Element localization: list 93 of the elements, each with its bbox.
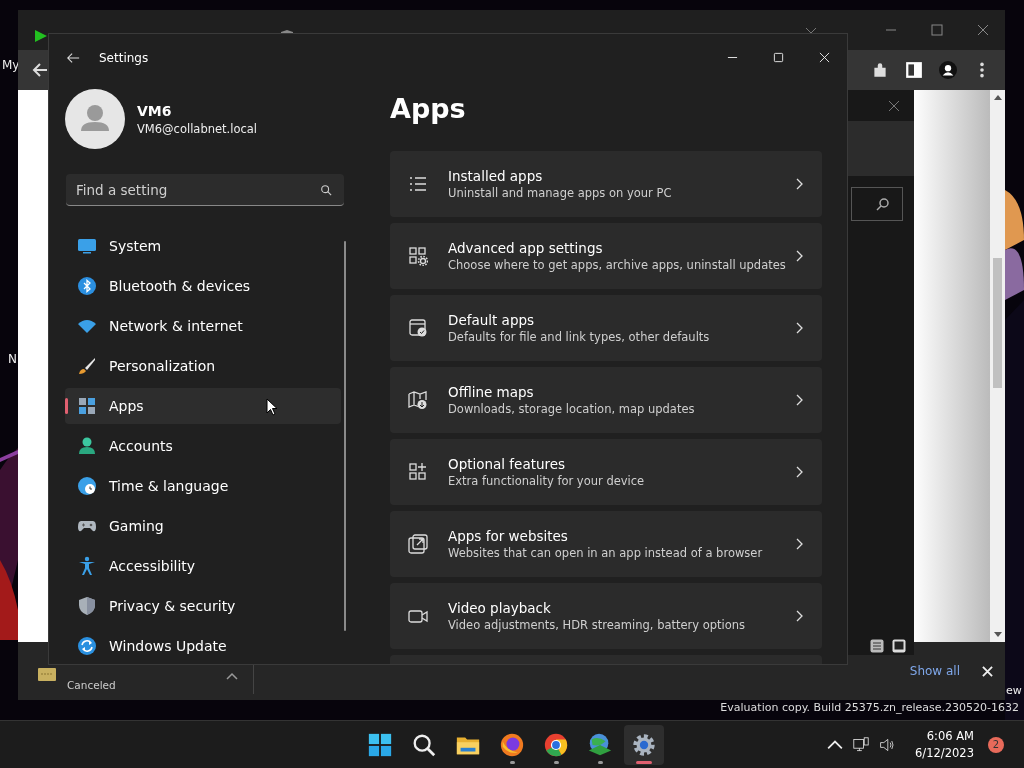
- nav-item[interactable]: Accessibility: [65, 548, 341, 584]
- chevron-right-icon: [794, 250, 804, 262]
- desktop-icon-label: ew: [1006, 684, 1022, 697]
- nav-item[interactable]: Privacy & security: [65, 588, 341, 624]
- scroll-up-icon[interactable]: [993, 94, 1002, 100]
- settings-card[interactable]: Video playback Video adjustments, HDR streaming, battery options: [390, 583, 822, 649]
- window-title: Settings: [99, 50, 149, 65]
- card-description: Video adjustments, HDR streaming, battery options: [448, 618, 747, 632]
- zip-file-icon: [38, 667, 56, 681]
- caret-up-icon[interactable]: [225, 672, 238, 680]
- chevron-right-icon: [794, 322, 804, 334]
- taskbar-button[interactable]: [624, 724, 664, 765]
- settings-card[interactable]: Offline maps Downloads, storage location, map updates: [390, 367, 822, 433]
- avatar-icon: [65, 89, 125, 149]
- download-status: Canceled: [67, 679, 116, 691]
- desktop-icon-label: N: [8, 352, 17, 366]
- apps-icon: [77, 396, 97, 416]
- build-notice: Evaluation copy. Build 25375.zn_release.230520-1632: [720, 701, 1019, 714]
- puzzle-icon[interactable]: [871, 61, 889, 79]
- list-icon: [408, 174, 428, 194]
- search-icon: [320, 184, 332, 196]
- chevron-right-icon: [794, 178, 804, 190]
- side-panel-icon[interactable]: [905, 61, 923, 79]
- fox-globe-icon: [499, 731, 525, 758]
- settings-card[interactable]: Installed apps Uninstall and manage apps on your PC: [390, 151, 822, 217]
- scrollbar-thumb[interactable]: [993, 258, 1002, 388]
- cursor-icon: [266, 398, 278, 416]
- back-icon[interactable]: [32, 62, 48, 78]
- nav-item[interactable]: Time & language: [65, 468, 341, 504]
- card-title: Default apps: [448, 312, 536, 328]
- list-view-icon[interactable]: [870, 639, 884, 653]
- chrome-icon: [543, 731, 569, 758]
- card-title: Installed apps: [448, 168, 544, 184]
- tile-view-icon[interactable]: [892, 639, 906, 653]
- user-name: VM6: [137, 102, 173, 119]
- card-description: Defaults for file and link types, other defaults: [448, 330, 711, 344]
- monitor-icon: [77, 236, 97, 256]
- back-icon[interactable]: [66, 50, 80, 65]
- refresh-icon: [77, 636, 97, 656]
- scroll-down-icon[interactable]: [993, 632, 1002, 638]
- chevron-right-icon: [794, 538, 804, 550]
- search-icon: [876, 197, 890, 211]
- search-field[interactable]: Find a setting: [66, 174, 344, 206]
- card-description: Extra functionality for your device: [448, 474, 646, 488]
- page-title: Apps: [390, 92, 467, 126]
- card-description: Downloads, storage location, map updates: [448, 402, 696, 416]
- bluetooth-icon: [77, 276, 97, 296]
- network-icon[interactable]: [853, 736, 870, 753]
- settings-icon: [631, 731, 657, 758]
- settings-card[interactable]: Advanced app settings Choose where to get apps, archive apps, uninstall updates: [390, 223, 822, 289]
- nav-item[interactable]: Gaming: [65, 508, 341, 544]
- volume-icon[interactable]: [879, 736, 896, 753]
- chevron-right-icon: [794, 466, 804, 478]
- clock[interactable]: 6:06 AM 6/12/2023: [915, 727, 974, 762]
- nav-item[interactable]: Windows Update: [65, 628, 341, 664]
- nav-item[interactable]: Bluetooth & devices: [65, 268, 341, 304]
- nav-item[interactable]: Network & internet: [65, 308, 341, 344]
- grid-gear-icon: [408, 246, 428, 266]
- card-description: Uninstall and manage apps on your PC: [448, 186, 673, 200]
- card-description: Websites that can open in an app instead of a browser: [448, 546, 764, 560]
- brush-icon: [77, 356, 97, 376]
- notification-badge[interactable]: 2: [988, 736, 1004, 753]
- show-all-link[interactable]: Show all: [909, 664, 960, 678]
- nav-item[interactable]: System: [65, 228, 341, 264]
- card-title: Apps for websites: [448, 528, 569, 544]
- card-title: Offline maps: [448, 384, 535, 400]
- card-description: Choose where to get apps, archive apps, uninstall updates: [448, 258, 787, 272]
- nav-item[interactable]: Accounts: [65, 428, 341, 464]
- windows-icon: [367, 731, 393, 758]
- map-icon: [408, 390, 428, 410]
- clock-icon: [77, 476, 97, 496]
- card-title: Video playback: [448, 600, 552, 616]
- card-title: Optional features: [448, 456, 567, 472]
- shield-icon: [77, 596, 97, 616]
- profile-icon[interactable]: [939, 61, 957, 79]
- scrollbar[interactable]: [990, 90, 1005, 642]
- grid-plus-icon: [408, 462, 428, 482]
- globe-icon: [587, 731, 613, 758]
- chevron-right-icon: [794, 394, 804, 406]
- open-in-app-icon: [408, 534, 428, 554]
- desktop-icon-label: My: [2, 58, 20, 72]
- nav-item[interactable]: Personalization: [65, 348, 341, 384]
- settings-card[interactable]: Default apps Defaults for file and link types, other defaults: [390, 295, 822, 361]
- nav-item[interactable]: Apps: [65, 388, 341, 424]
- person-icon: [77, 436, 97, 456]
- play-icon: [34, 29, 48, 43]
- default-apps-icon: [408, 318, 428, 338]
- settings-card[interactable]: Apps for websites Websites that can open in an app instead of a browser: [390, 511, 822, 577]
- card-title: Advanced app settings: [448, 240, 604, 256]
- search-box[interactable]: [851, 187, 903, 221]
- user-email: VM6@collabnet.local: [137, 121, 258, 136]
- chevron-right-icon: [794, 610, 804, 622]
- settings-card[interactable]: Optional features Extra functionality for your device: [390, 439, 822, 505]
